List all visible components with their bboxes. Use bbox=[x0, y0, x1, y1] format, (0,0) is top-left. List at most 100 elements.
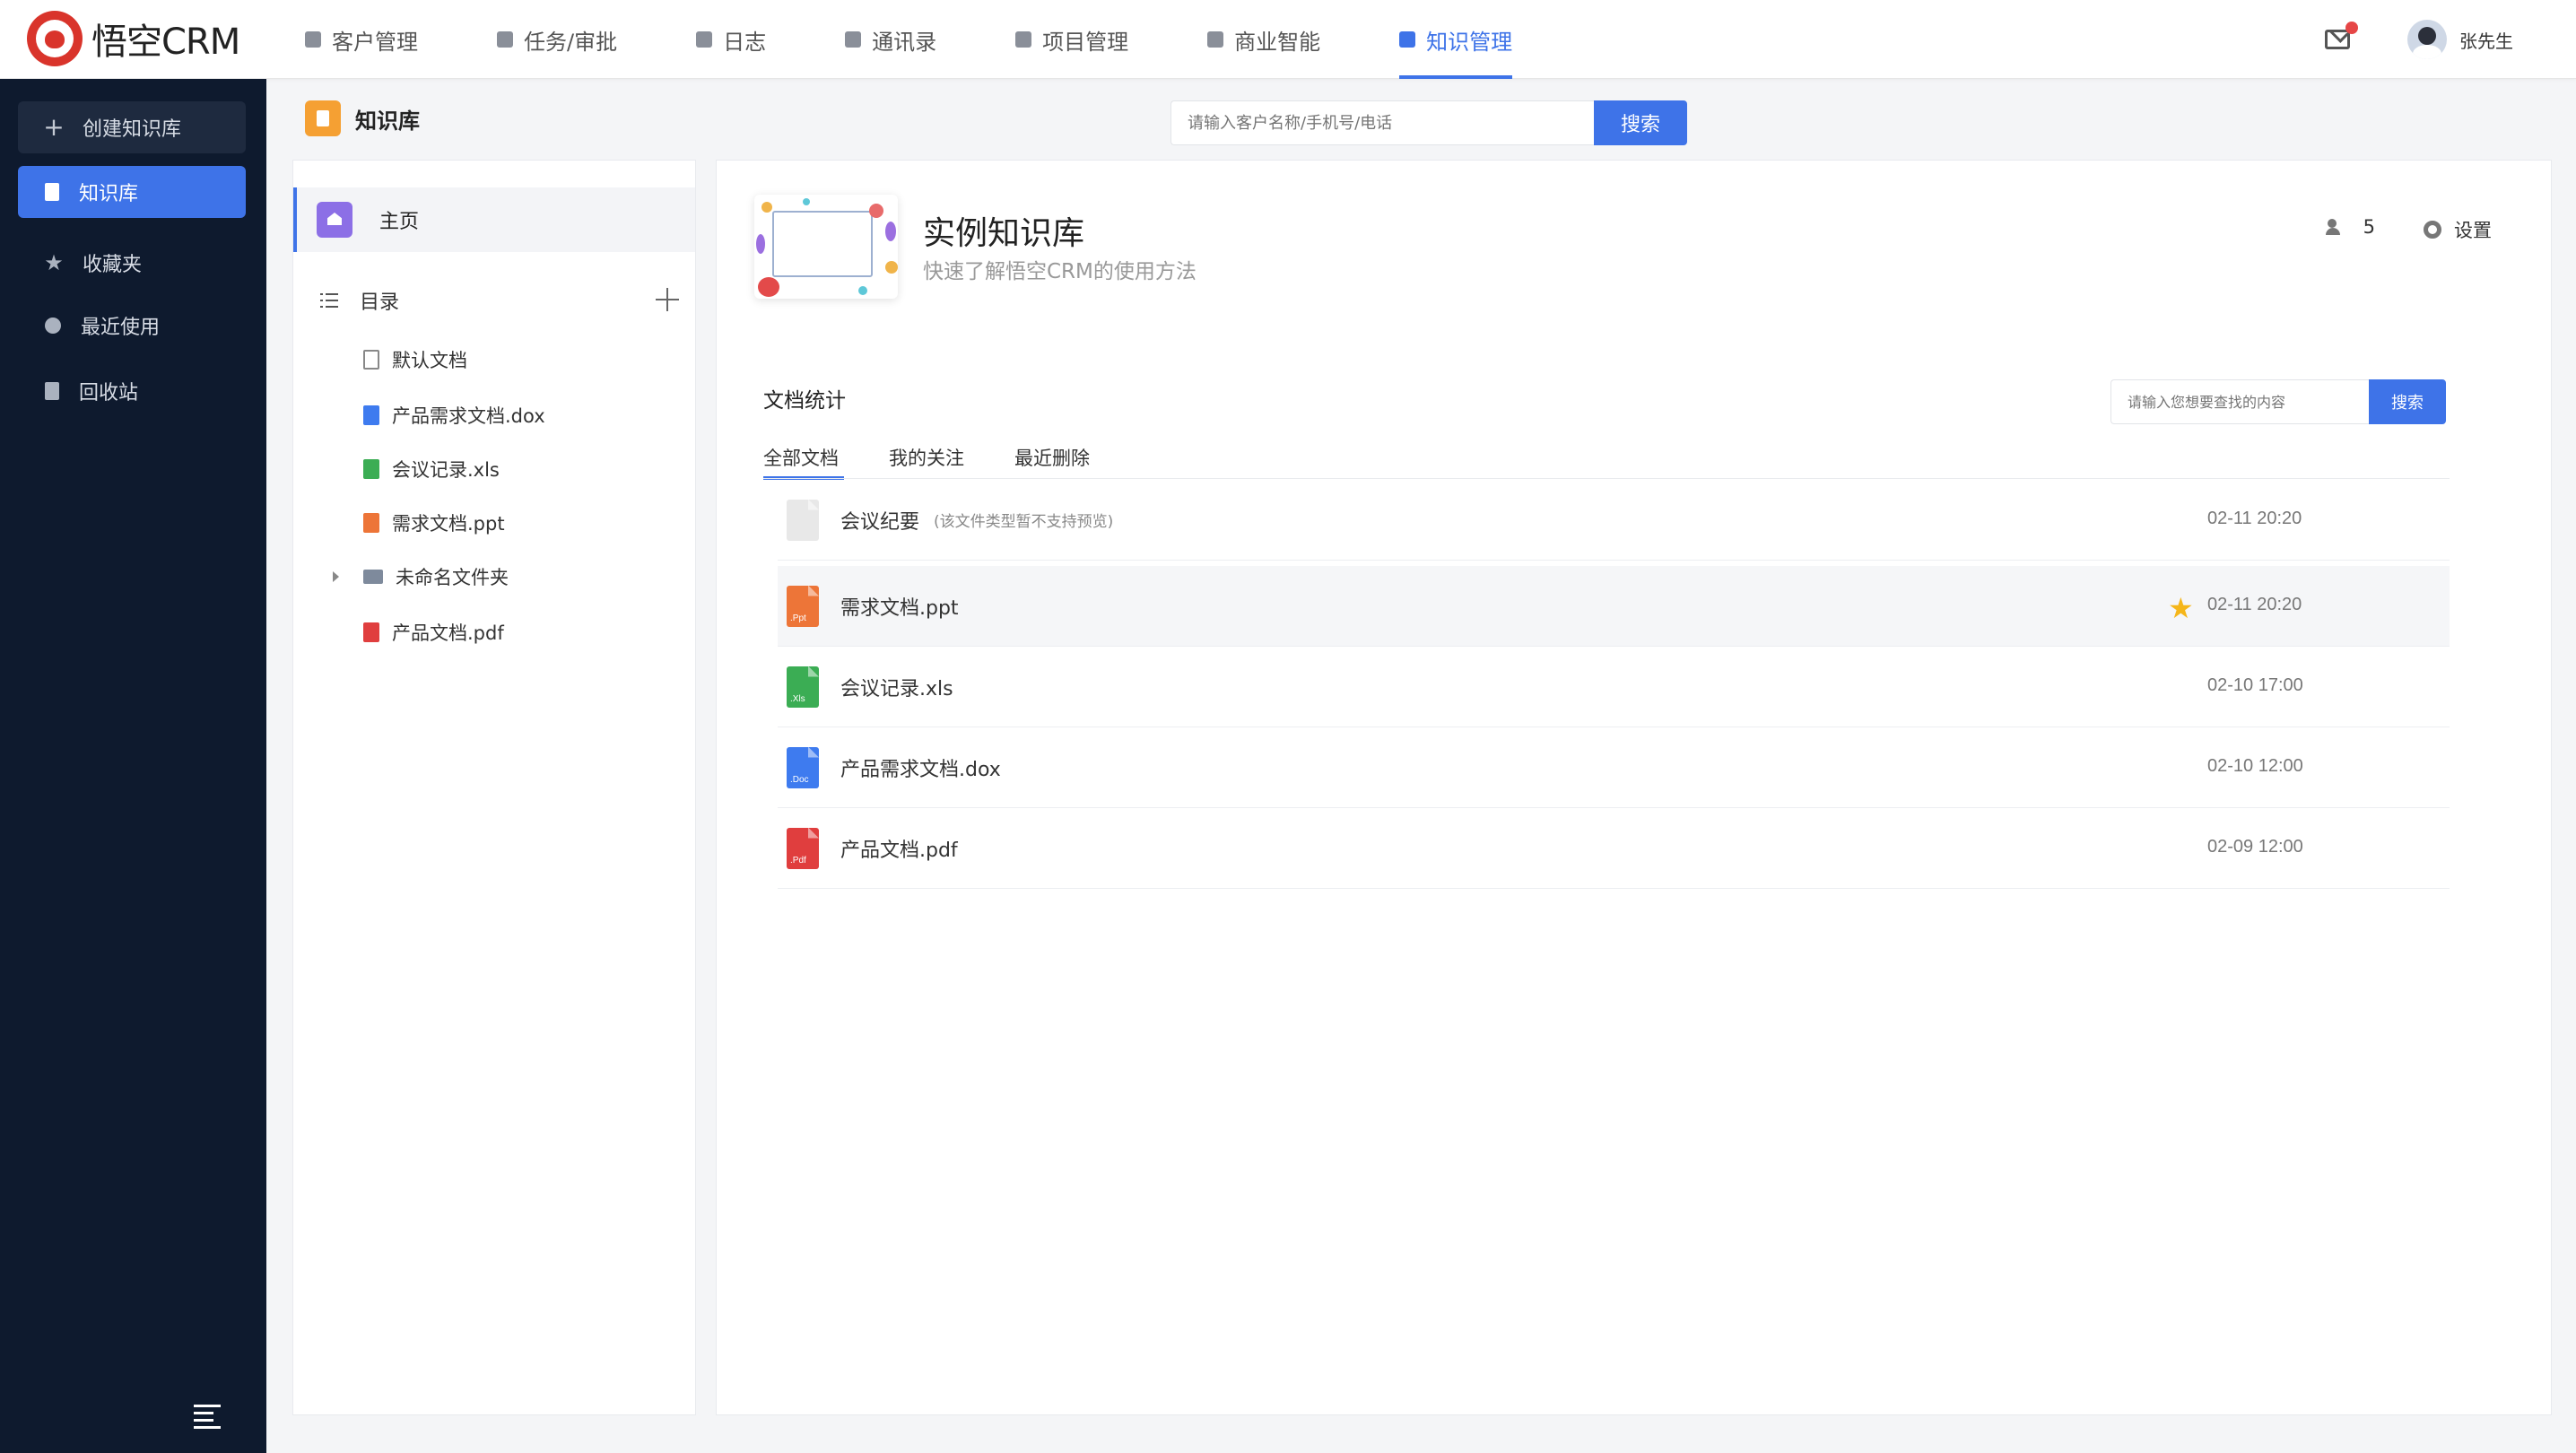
knowledge-base-title: 实例知识库 bbox=[923, 215, 1085, 252]
page-header: 知识库 bbox=[305, 100, 420, 136]
doc-row[interactable]: .Xls 会议记录.xls 02-10 17:00 bbox=[778, 647, 2450, 727]
knowledge-base-subtitle: 快速了解悟空CRM的使用方法 bbox=[923, 260, 1197, 283]
tree-item[interactable]: 需求文档.ppt bbox=[363, 505, 668, 541]
nav-item-projects[interactable]: 项目管理 bbox=[1015, 0, 1128, 79]
default-doc-icon bbox=[363, 350, 379, 370]
create-knowledge-base-button[interactable]: + 创建知识库 bbox=[18, 101, 246, 153]
nav-label: 日志 bbox=[723, 29, 767, 55]
collapse-menu-icon[interactable] bbox=[194, 1405, 221, 1429]
nav-item-knowledge[interactable]: 知识管理 bbox=[1399, 0, 1513, 79]
settings-label: 设置 bbox=[2454, 220, 2492, 241]
settings-button[interactable]: 设置 bbox=[2424, 216, 2492, 243]
directory-header: 目录 bbox=[320, 283, 679, 318]
clock-icon bbox=[45, 318, 61, 334]
gear-icon bbox=[2424, 221, 2441, 239]
tab-recently-deleted[interactable]: 最近删除 bbox=[1014, 440, 1090, 482]
notification-badge bbox=[2345, 22, 2358, 34]
ppt-file-icon: .Ppt bbox=[787, 585, 819, 627]
home-icon bbox=[317, 202, 352, 238]
doc-time: 02-10 12:00 bbox=[2207, 756, 2303, 776]
member-count: 5 bbox=[2363, 216, 2375, 238]
doc-time: 02-11 20:20 bbox=[2207, 509, 2302, 528]
tree-item[interactable]: 产品文档.pdf bbox=[363, 614, 668, 650]
plus-icon: + bbox=[43, 112, 65, 142]
doc-search-input[interactable] bbox=[2110, 379, 2369, 424]
doc-search: 搜索 bbox=[2110, 379, 2446, 424]
add-icon[interactable] bbox=[656, 288, 679, 311]
directory-label: 目录 bbox=[360, 291, 400, 314]
main-nav: 客户管理 任务/审批 日志 通讯录 项目管理 商业智能 知识管理 bbox=[305, 0, 1591, 79]
avatar[interactable] bbox=[2407, 20, 2447, 59]
nav-item-tasks[interactable]: 任务/审批 bbox=[497, 0, 617, 79]
list-icon bbox=[320, 293, 338, 308]
user-name[interactable]: 张先生 bbox=[2459, 27, 2513, 53]
global-search-button[interactable]: 搜索 bbox=[1594, 100, 1687, 145]
sidebar-item-label: 知识库 bbox=[79, 183, 139, 205]
doc-row[interactable]: .Ppt 需求文档.ppt ★ 02-11 20:20 bbox=[778, 566, 2450, 647]
nav-item-logs[interactable]: 日志 bbox=[696, 0, 766, 79]
tree-item-label: 未命名文件夹 bbox=[396, 567, 509, 588]
chevron-right-icon[interactable] bbox=[333, 571, 339, 582]
doc-row[interactable]: 会议纪要 (该文件类型暂不支持预览) 02-11 20:20 bbox=[778, 480, 2450, 561]
knowledge-base-icon bbox=[305, 100, 341, 136]
doc-search-button[interactable]: 搜索 bbox=[2369, 379, 2446, 424]
nav-label: 任务/审批 bbox=[524, 29, 618, 55]
sidebar: + 创建知识库 知识库 ★ 收藏夹 最近使用 回收站 bbox=[0, 79, 266, 1453]
sidebar-item-favorites[interactable]: ★ 收藏夹 bbox=[18, 240, 246, 285]
log-icon bbox=[696, 31, 713, 48]
tree-item[interactable]: 产品需求文档.dox bbox=[363, 397, 668, 433]
top-bar: 悟空CRM 客户管理 任务/审批 日志 通讯录 项目管理 商业智能 知识管理 张… bbox=[0, 0, 2576, 79]
doc-time: 02-09 12:00 bbox=[2207, 837, 2303, 857]
monkey-logo-icon bbox=[27, 11, 83, 66]
tree-item[interactable]: 会议记录.xls bbox=[363, 451, 668, 487]
contacts-icon bbox=[845, 31, 862, 48]
star-icon[interactable]: ★ bbox=[2168, 591, 2194, 625]
sidebar-item-label: 回收站 bbox=[79, 382, 139, 405]
global-search: 搜索 bbox=[1171, 100, 1687, 145]
create-label: 创建知识库 bbox=[83, 118, 182, 141]
nav-label: 项目管理 bbox=[1042, 29, 1129, 55]
bi-icon bbox=[1207, 31, 1224, 48]
doc-stats-title: 文档统计 bbox=[763, 389, 846, 413]
xls-file-icon: .Xls bbox=[787, 666, 819, 708]
directory-panel: 主页 目录 默认文档 产品需求文档.dox 会议记录.xls 需求文档.ppt … bbox=[292, 160, 696, 1415]
tree-item[interactable]: 默认文档 bbox=[363, 342, 668, 378]
doc-name: 会议纪要 bbox=[840, 510, 920, 534]
briefcase-icon bbox=[497, 31, 513, 48]
page-title: 知识库 bbox=[355, 108, 420, 134]
global-search-input[interactable] bbox=[1171, 100, 1594, 145]
sidebar-item-trash[interactable]: 回收站 bbox=[18, 369, 246, 413]
nav-label: 通讯录 bbox=[872, 29, 937, 55]
nav-item-customers[interactable]: 客户管理 bbox=[305, 0, 418, 79]
tab-all-docs[interactable]: 全部文档 bbox=[763, 440, 844, 482]
doc-file-icon bbox=[363, 405, 379, 425]
logo-text: 悟空CRM bbox=[91, 22, 240, 63]
tree-item-label: 产品需求文档.dox bbox=[392, 405, 545, 427]
doc-name: 需求文档.ppt bbox=[840, 596, 959, 620]
top-right-tools: 张先生 bbox=[2325, 0, 2513, 79]
doc-row[interactable]: .Doc 产品需求文档.dox 02-10 12:00 bbox=[778, 727, 2450, 808]
members-icon bbox=[2325, 219, 2347, 235]
sidebar-item-knowledge-base[interactable]: 知识库 bbox=[18, 166, 246, 218]
tab-my-follows[interactable]: 我的关注 bbox=[889, 440, 964, 482]
members-count[interactable]: 5 bbox=[2325, 216, 2375, 238]
sidebar-item-label: 收藏夹 bbox=[83, 254, 143, 276]
doc-time: 02-10 17:00 bbox=[2207, 675, 2303, 695]
tree-home-item[interactable]: 主页 bbox=[293, 187, 695, 252]
sidebar-item-label: 最近使用 bbox=[81, 317, 161, 339]
folder-icon bbox=[363, 570, 383, 584]
nav-item-bi[interactable]: 商业智能 bbox=[1207, 0, 1320, 79]
logo[interactable]: 悟空CRM bbox=[27, 11, 240, 66]
pdf-file-icon: .Pdf bbox=[787, 827, 819, 869]
sidebar-item-recent[interactable]: 最近使用 bbox=[18, 303, 246, 348]
unknown-file-icon bbox=[787, 499, 819, 541]
nav-label: 商业智能 bbox=[1234, 29, 1321, 55]
mail-icon[interactable] bbox=[2325, 22, 2358, 49]
tree-item-label: 会议记录.xls bbox=[392, 459, 500, 481]
doc-time: 02-11 20:20 bbox=[2207, 595, 2302, 614]
tree-folder[interactable]: 未命名文件夹 bbox=[333, 559, 668, 595]
doc-row[interactable]: .Pdf 产品文档.pdf 02-09 12:00 bbox=[778, 808, 2450, 889]
knowledge-base-cover-image bbox=[754, 195, 898, 299]
nav-item-contacts[interactable]: 通讯录 bbox=[845, 0, 936, 79]
doc-tabs: 全部文档 我的关注 最近删除 bbox=[763, 440, 1140, 482]
